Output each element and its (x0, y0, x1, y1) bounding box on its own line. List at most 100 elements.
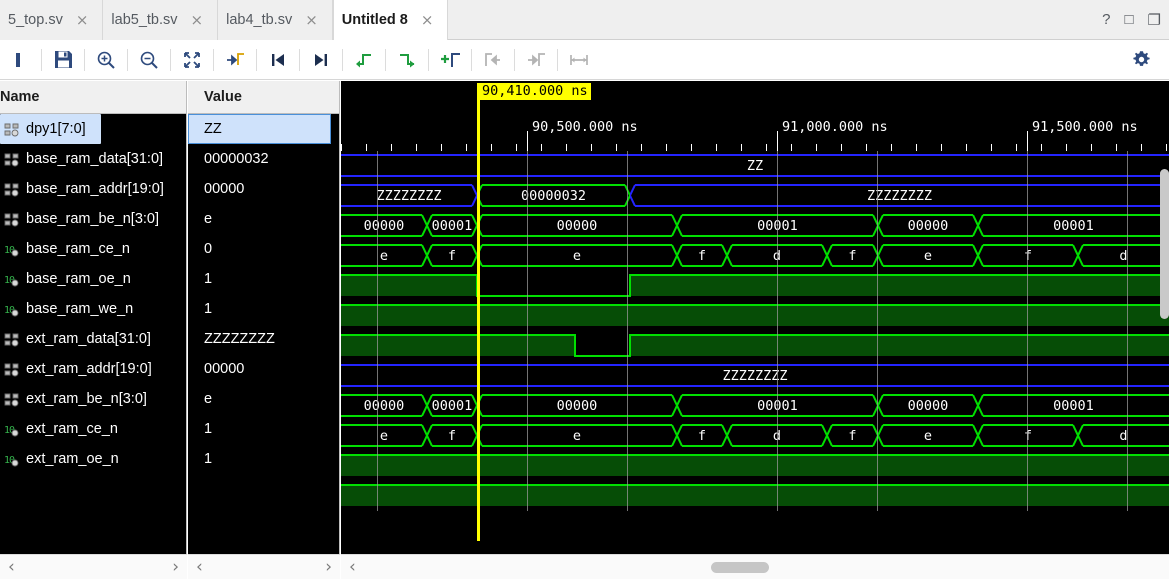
wave-row-3[interactable]: efefdfefd (341, 241, 1169, 271)
values-scroll-right-icon[interactable]: › (325, 558, 332, 576)
bus-segment: 00000032 (477, 181, 630, 211)
tab-close-icon[interactable]: × (302, 11, 321, 30)
signal-name-label: ext_ram_be_n[3:0] (26, 391, 147, 407)
toolbar-divider (342, 48, 343, 71)
next-transition-icon[interactable] (301, 40, 341, 80)
signal-row-value-0[interactable]: ZZ (188, 114, 331, 144)
names-scroll-right-icon[interactable]: › (172, 558, 179, 576)
signal-row-value-6[interactable]: 1 (188, 294, 339, 324)
goto-time-icon[interactable] (215, 40, 255, 80)
tab-close-icon[interactable]: × (188, 11, 207, 30)
signal-row-name-9[interactable]: ext_ram_be_n[3:0] (0, 384, 186, 414)
bus-segment: e (341, 421, 427, 451)
bus-segment: f (827, 241, 878, 271)
signal-row-value-11[interactable]: 1 (188, 444, 339, 474)
name-column-header: Name (0, 81, 186, 114)
wave-row-6[interactable] (341, 331, 1169, 361)
snap-right-icon[interactable] (516, 40, 556, 80)
wave-gridline-0 (377, 151, 378, 511)
tab-close-icon[interactable]: × (73, 11, 92, 30)
gear-icon[interactable] (1121, 40, 1161, 80)
measure-icon[interactable] (559, 40, 599, 80)
waveform-pane[interactable]: 90,500.000 ns 91,000.000 ns 91,500.000 ns 9… (341, 81, 1169, 579)
wave-row-8[interactable]: 000000000100000000010000000001 (341, 391, 1169, 421)
tab-close-icon[interactable]: × (418, 11, 437, 30)
bus-segment: f (677, 241, 727, 271)
wave-row-5[interactable] (341, 301, 1169, 331)
signal-row-name-4[interactable]: 1 0 base_ram_ce_n (0, 234, 186, 264)
signal-row-value-9[interactable]: e (188, 384, 339, 414)
signal-row-value-3[interactable]: e (188, 204, 339, 234)
signal-row-name-1[interactable]: base_ram_data[31:0] (0, 144, 186, 174)
bus-signal-icon (4, 152, 19, 167)
values-horizontal-scrollbar[interactable]: ‹ › (188, 554, 340, 579)
previous-marker-icon[interactable] (344, 40, 384, 80)
bus-segment: ZZZZZZZZ (630, 181, 1169, 211)
help-icon[interactable]: ? (1102, 11, 1110, 28)
signal-row-name-11[interactable]: 1 0 ext_ram_oe_n (0, 444, 186, 474)
save-icon[interactable] (43, 40, 83, 80)
zoom-in-icon[interactable] (86, 40, 126, 80)
toolbar-overflow-icon[interactable] (0, 40, 40, 80)
tab-1[interactable]: lab5_tb.sv × (103, 0, 219, 40)
waveform-canvas[interactable]: ZZ ZZZZZZZZ 00000032 ZZZZZZZZ 00000 00001 0000… (341, 151, 1169, 549)
wave-scrollbar-thumb[interactable] (711, 562, 769, 573)
signal-row-name-10[interactable]: 1 0 ext_ram_ce_n (0, 414, 186, 444)
time-ruler[interactable]: 90,500.000 ns 91,000.000 ns 91,500.000 ns 9… (341, 81, 1169, 151)
next-marker-icon[interactable] (387, 40, 427, 80)
toolbar-divider (256, 48, 257, 71)
signal-value-label: e (204, 391, 213, 407)
names-scroll-left-icon[interactable]: ‹ (8, 558, 15, 576)
wave-row-0[interactable]: ZZ (341, 151, 1169, 181)
signal-row-name-5[interactable]: 1 0 base_ram_oe_n (0, 264, 186, 294)
wave-row-9[interactable]: efefdfefd (341, 421, 1169, 451)
wave-scroll-left-icon[interactable]: ‹ (341, 558, 356, 576)
waveform-vertical-scrollbar[interactable] (1160, 169, 1169, 319)
values-scroll-left-icon[interactable]: ‹ (196, 558, 203, 576)
signal-name-label: base_ram_data[31:0] (26, 151, 164, 167)
wave-row-1[interactable]: ZZZZZZZZ 00000032 ZZZZZZZZ (341, 181, 1169, 211)
add-marker-icon[interactable] (430, 40, 470, 80)
wave-row-4[interactable] (341, 271, 1169, 301)
bit-waveform (341, 271, 1169, 301)
signal-row-value-7[interactable]: ZZZZZZZZ (188, 324, 339, 354)
signal-name-label: ext_ram_data[31:0] (26, 331, 151, 347)
wave-row-10[interactable] (341, 451, 1169, 481)
wave-row-2[interactable]: 000000000100000000010000000001 (341, 211, 1169, 241)
signal-row-value-1[interactable]: 00000032 (188, 144, 339, 174)
wave-gridline-3 (627, 151, 628, 511)
signal-row-name-0[interactable]: dpy1[7:0] (0, 114, 101, 144)
maximize-icon[interactable]: □ (1124, 11, 1133, 28)
zoom-fit-icon[interactable] (172, 40, 212, 80)
wave-row-11[interactable] (341, 481, 1169, 511)
signal-row-value-8[interactable]: 00000 (188, 354, 339, 384)
bus-segment: e (477, 421, 677, 451)
zoom-out-icon[interactable] (129, 40, 169, 80)
signal-row-name-2[interactable]: base_ram_addr[19:0] (0, 174, 186, 204)
signal-row-name-8[interactable]: ext_ram_addr[19:0] (0, 354, 186, 384)
snap-left-icon[interactable] (473, 40, 513, 80)
signal-row-value-4[interactable]: 0 (188, 234, 339, 264)
names-horizontal-scrollbar[interactable]: ‹ › (0, 554, 187, 579)
ruler-major-tick (777, 131, 778, 151)
bus-segment: 00001 (978, 391, 1169, 421)
tab-3[interactable]: Untitled 8 × (332, 0, 449, 40)
signal-row-name-6[interactable]: 1 0 base_ram_we_n (0, 294, 186, 324)
wave-horizontal-scrollbar[interactable]: ‹ (341, 554, 1169, 579)
bus-segment: e (477, 241, 677, 271)
tab-2[interactable]: lab4_tb.sv × (218, 0, 333, 40)
wave-row-7[interactable]: ZZZZZZZZ (341, 361, 1169, 391)
previous-transition-icon[interactable] (258, 40, 298, 80)
signal-row-value-2[interactable]: 00000 (188, 174, 339, 204)
bus-signal-icon (4, 122, 19, 137)
tab-0[interactable]: 5_top.sv × (0, 0, 104, 40)
restore-icon[interactable]: ❐ (1148, 11, 1161, 29)
bit-signal-icon: 10 (4, 272, 19, 287)
bus-segment: 00000 (341, 211, 427, 241)
cursor-line-body[interactable] (477, 151, 480, 541)
signal-row-name-7[interactable]: ext_ram_data[31:0] (0, 324, 186, 354)
signal-row-name-3[interactable]: base_ram_be_n[3:0] (0, 204, 186, 234)
signal-row-value-10[interactable]: 1 (188, 414, 339, 444)
bus-signal-icon (4, 392, 19, 407)
signal-row-value-5[interactable]: 1 (188, 264, 339, 294)
